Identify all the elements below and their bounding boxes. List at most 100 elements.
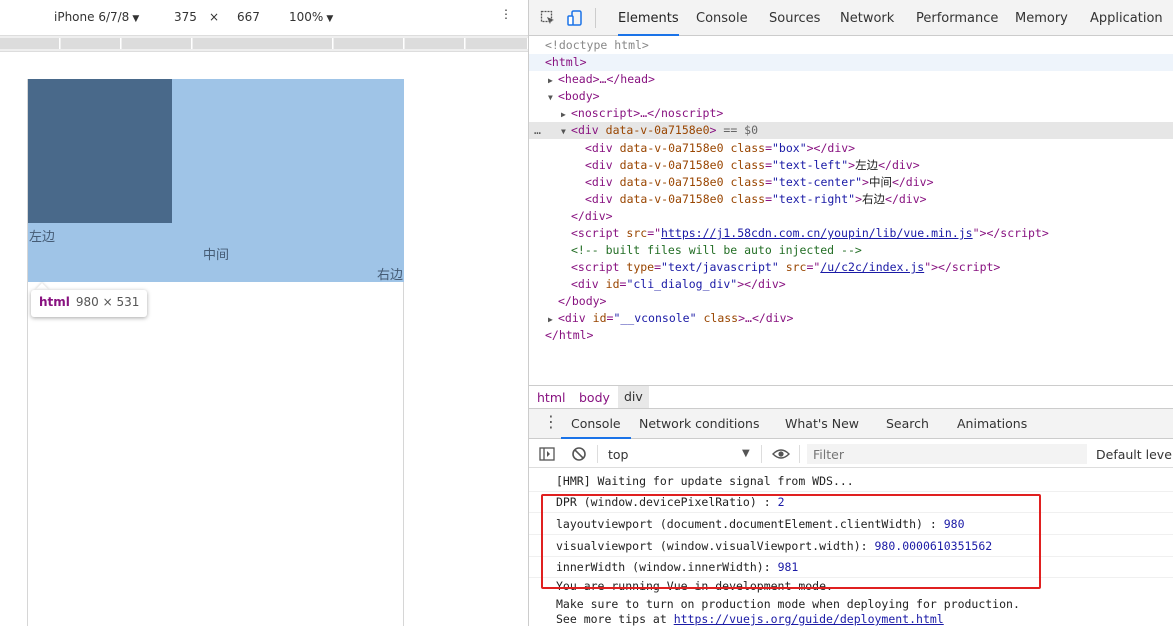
breadcrumb-div[interactable]: div [618,386,649,408]
expand-triangle-icon[interactable]: ▶ [548,311,558,328]
attr-name: data-v-0a7158e0 [619,141,724,155]
tab-sources[interactable]: Sources [769,0,820,36]
console-text: DPR (window.devicePixelRatio) : [556,495,778,509]
script-src-link[interactable]: /u/c2c/index.js [820,260,924,274]
dom-node-comment[interactable]: <!-- built files will be auto injected -… [529,242,1173,259]
dom-node-div-box[interactable]: <div data-v-0a7158e0 class="box"></div> [529,140,1173,157]
breadcrumb: html body div [529,385,1173,409]
more-actions-icon[interactable]: … [534,122,541,139]
tooltip-arrow [35,283,49,290]
tab-elements[interactable]: Elements [618,0,679,36]
drawer-tab-search[interactable]: Search [886,409,929,439]
expand-triangle-icon[interactable]: ▶ [561,106,571,123]
dom-node-body-close[interactable]: </body> [529,293,1173,310]
dom-node-head[interactable]: ▶ <head>…</head> [529,71,1173,88]
attr-value: "box" [772,141,807,155]
sidebar-toggle-icon[interactable] [539,446,555,462]
tab-application[interactable]: Application [1090,0,1163,36]
page-text-right: 右边 [376,268,403,283]
device-width-input[interactable]: 375 [174,10,197,24]
attr-name: class [703,311,739,325]
ruler-segment[interactable] [61,38,121,49]
attr-name: data-v-0a7158e0 [619,158,724,172]
ruler-segment[interactable] [334,38,404,49]
breadcrumb-html[interactable]: html [537,390,565,405]
console-message-innerwidth: innerWidth (window.innerWidth): 981 [529,557,1173,578]
ruler-segment[interactable] [193,38,333,49]
doctype-text: <!doctype html> [545,38,649,52]
device-viewport[interactable]: 左边 中间 右边 [27,79,404,626]
device-height-input[interactable]: 667 [237,10,260,24]
toolbar-separator [595,8,596,28]
collapse-triangle-icon[interactable]: ▼ [561,123,571,140]
html-element-highlight: 左边 中间 右边 [28,79,404,283]
caret-down-icon: ▼ [132,14,140,24]
toolbar-separator [597,445,598,463]
dom-node-div-text-right[interactable]: <div data-v-0a7158e0 class="text-right">… [529,191,1173,208]
dom-node-div-text-center[interactable]: <div data-v-0a7158e0 class="text-center"… [529,174,1173,191]
clear-console-icon[interactable] [571,446,587,462]
dom-node-div-dialog[interactable]: <div id="cli_dialog_div"></div> [529,276,1173,293]
dom-node-noscript[interactable]: ▶ <noscript>…</noscript> [529,105,1173,122]
inspect-element-icon[interactable] [540,10,556,26]
elements-tree[interactable]: <!doctype html> <html> ▶ <head>…</head> ▼… [529,36,1173,384]
dom-node-script-vue[interactable]: <script src="https://j1.58cdn.com.cn/you… [529,225,1173,242]
attr-name: src [626,226,648,240]
console-link[interactable]: https://vuejs.org/guide/deployment.html [674,612,944,626]
console-number: 980.0000610351562 [874,539,993,553]
attr-name: id [605,277,620,291]
devtools-tabbar: Elements Console Sources Network Perform… [529,0,1173,36]
expand-triangle-icon[interactable]: ▶ [548,72,558,89]
ruler-segment[interactable] [122,38,192,49]
dom-node-div-close[interactable]: </div> [529,208,1173,225]
dom-node-script-index[interactable]: <script type="text/javascript" src="/u/c… [529,259,1173,276]
toolbar-separator [799,445,800,463]
collapse-triangle-icon[interactable]: ▼ [548,89,558,106]
device-toolbar-toggle-icon[interactable] [567,10,583,26]
node-text: 中间 [868,175,892,189]
dom-node-div-vconsole[interactable]: ▶ <div id="__vconsole" class>…</div> [529,310,1173,327]
console-output[interactable]: [HMR] Waiting for update signal from WDS… [529,469,1173,626]
media-query-ruler[interactable] [0,36,528,52]
drawer-tab-animations[interactable]: Animations [957,409,1027,439]
console-number: 981 [777,560,799,574]
dom-node-div-text-left[interactable]: <div data-v-0a7158e0 class="text-left">左… [529,157,1173,174]
eye-icon[interactable] [772,446,790,462]
device-select[interactable]: iPhone 6/7/8 ▼ [54,10,139,24]
comment-text: <!-- built files will be auto injected -… [571,243,862,257]
div-tag-name: div [577,123,599,137]
body-close-tag: </body> [558,294,607,308]
drawer-tab-network-conditions[interactable]: Network conditions [639,409,759,439]
drawer-tab-whats-new[interactable]: What's New [785,409,859,439]
drawer-menu-icon[interactable]: ⋮ [543,414,559,430]
devtools-panel: Elements Console Sources Network Perform… [528,0,1173,626]
times-icon: × [209,10,220,24]
div-close-tag: </div> [571,209,613,223]
dom-node-doctype[interactable]: <!doctype html> [529,37,1173,54]
drawer-tab-console[interactable]: Console [561,409,631,439]
caret-down-icon: ▼ [326,14,334,24]
filter-input[interactable] [807,444,1087,464]
page-text-left: 左边 [29,230,56,245]
tab-network[interactable]: Network [840,0,894,36]
ruler-segment[interactable] [0,38,60,49]
zoom-select[interactable]: 100% ▼ [289,10,333,24]
tab-console[interactable]: Console [696,0,748,36]
context-select[interactable]: top [608,447,628,462]
ruler-segment[interactable] [466,38,528,49]
breadcrumb-body[interactable]: body [579,390,610,405]
dom-node-body[interactable]: ▼ <body> [529,88,1173,105]
tab-memory[interactable]: Memory [1015,0,1068,36]
console-text: innerWidth (window.innerWidth): [556,560,778,574]
dom-node-div-selected[interactable]: … ▼ <div data-v-0a7158e0> == $0 [529,122,1173,139]
dom-node-html-close[interactable]: </html> [529,327,1173,344]
tab-performance[interactable]: Performance [916,0,998,36]
dom-node-html[interactable]: <html> [529,54,1173,71]
html-open-tag: <html> [545,55,587,69]
script-src-link[interactable]: https://j1.58cdn.com.cn/youpin/lib/vue.m… [661,226,973,240]
more-options-icon[interactable]: ⋮ [500,7,512,21]
attr-name: class [730,158,766,172]
ruler-segment[interactable] [405,38,465,49]
attr-name: class [730,192,766,206]
log-levels-select[interactable]: Default levels [1096,447,1173,462]
